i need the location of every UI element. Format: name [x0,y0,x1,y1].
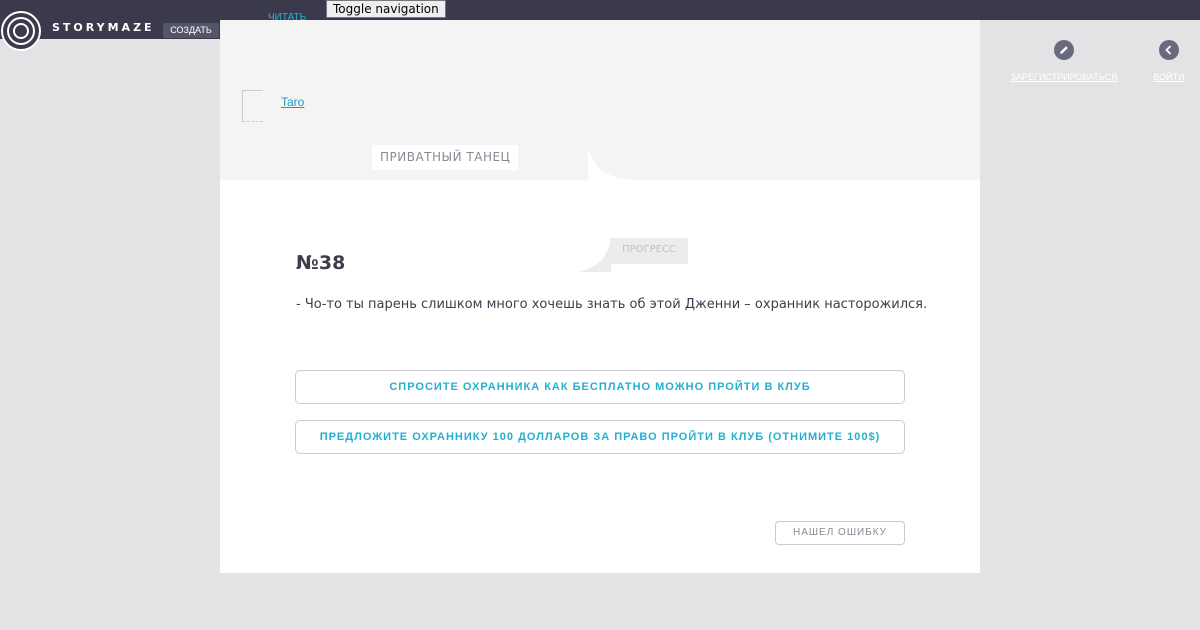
report-error-button[interactable]: НАШЕЛ ОШИБКУ [775,521,905,545]
register-label[interactable]: ЗАРЕГИСТРИРОВАТЬСЯ [1008,72,1120,82]
title-tab-curve [588,148,648,180]
spiral-logo-icon[interactable] [0,10,42,52]
toggle-navigation-button[interactable]: Toggle navigation [326,0,446,18]
story-header: Taro ПРИВАТНЫЙ ТАНЕЦ [220,20,980,180]
top-navbar [0,0,1200,20]
step-text: - Чо-то ты парень слишком много хочешь з… [296,297,928,312]
progress-tab[interactable]: ПРОГРЕСС [610,238,688,264]
choice-button[interactable]: СПРОСИТЕ ОХРАННИКА КАК БЕСПЛАТНО МОЖНО П… [295,370,905,404]
pencil-icon [1054,40,1074,60]
author-avatar[interactable] [242,90,263,122]
brand-name[interactable]: STORYMAZE [52,21,155,34]
register-link[interactable]: ЗАРЕГИСТРИРОВАТЬСЯ [1008,40,1120,82]
read-link[interactable]: ЧИТАТЬ [268,12,306,23]
step-number: №38 [296,252,346,274]
author-link[interactable]: Taro [281,95,304,109]
login-link[interactable]: ВОЙТИ [1150,40,1188,82]
progress-tab-curve [577,240,611,272]
story-title: ПРИВАТНЫЙ ТАНЕЦ [372,145,519,170]
chevron-left-icon [1159,40,1179,60]
create-button[interactable]: СОЗДАТЬ [163,23,219,38]
step-card: ПРОГРЕСС №38 - Чо-то ты парень слишком м… [220,180,980,573]
choice-button[interactable]: ПРЕДЛОЖИТЕ ОХРАННИКУ 100 ДОЛЛАРОВ ЗА ПРА… [295,420,905,454]
login-label[interactable]: ВОЙТИ [1150,72,1188,82]
